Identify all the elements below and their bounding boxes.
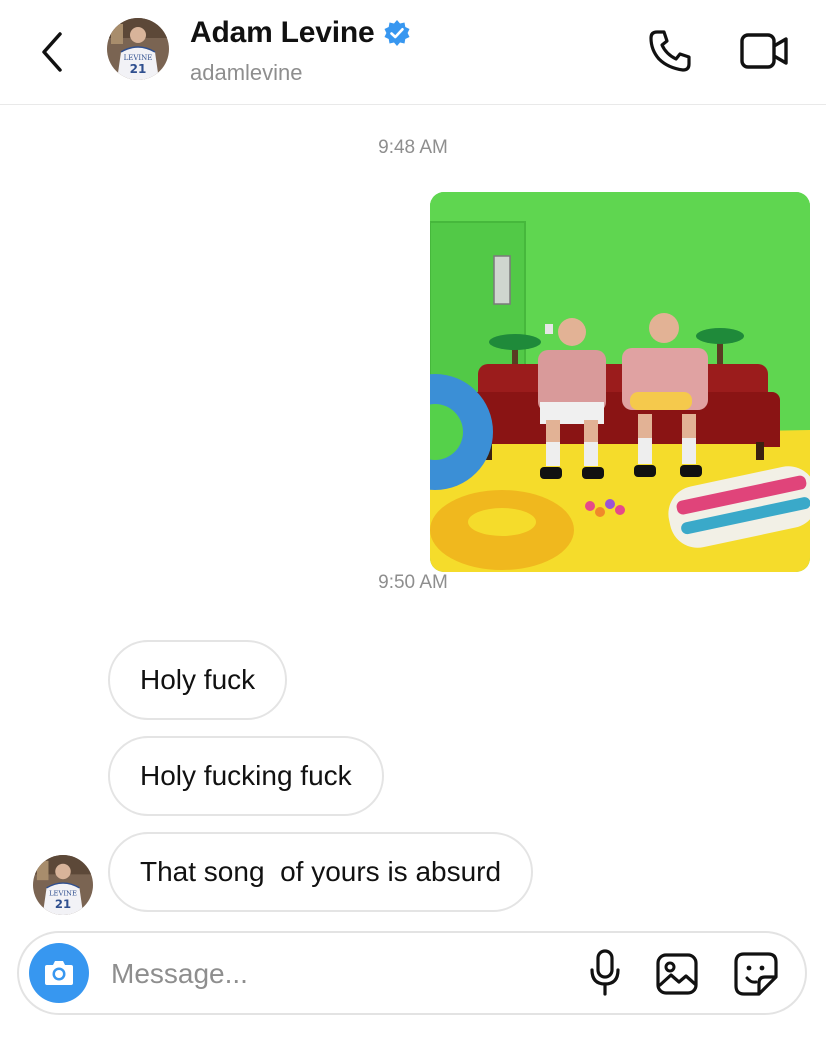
sent-photo-message[interactable] (430, 192, 810, 572)
message-text: That song of yours is absurd (140, 856, 502, 887)
photo-image (430, 192, 810, 572)
chat-header: LEVINE 21 Adam Levine adamlevine (0, 0, 826, 105)
gallery-button[interactable] (655, 952, 699, 996)
chevron-left-icon (42, 32, 62, 72)
svg-text:LEVINE: LEVINE (124, 54, 153, 62)
message-timestamp: 9:48 AM (378, 137, 448, 158)
image-icon (656, 953, 698, 995)
message-text: Holy fucking fuck (140, 760, 352, 791)
contact-name-row[interactable]: Adam Levine (190, 16, 411, 50)
message-text: Holy fuck (140, 664, 256, 695)
message-composer (17, 931, 807, 1015)
voice-message-button[interactable] (587, 948, 623, 998)
svg-text:21: 21 (55, 897, 71, 911)
message-timestamp: 9:50 AM (378, 572, 448, 593)
sticker-button[interactable] (733, 951, 779, 997)
avatar[interactable]: LEVINE 21 (107, 18, 169, 80)
received-message-bubble[interactable]: That song of yours is absurd (108, 832, 534, 912)
microphone-icon (590, 949, 620, 996)
video-call-button[interactable] (738, 28, 792, 74)
received-message-bubble[interactable]: Holy fucking fuck (108, 736, 384, 816)
phone-icon (649, 30, 691, 72)
contact-name: Adam Levine (190, 16, 375, 49)
received-message-bubble[interactable]: Holy fuck (108, 640, 288, 720)
svg-text:21: 21 (130, 62, 147, 76)
contact-username[interactable]: adamlevine (190, 60, 303, 86)
message-input[interactable] (109, 951, 553, 997)
call-button[interactable] (645, 26, 695, 76)
camera-icon (45, 961, 73, 985)
back-button[interactable] (36, 28, 72, 76)
camera-button[interactable] (29, 943, 89, 1003)
video-camera-icon (740, 33, 788, 69)
sticker-icon (734, 952, 778, 996)
verified-badge-icon (384, 20, 410, 46)
sender-avatar[interactable]: LEVINE 21 (33, 855, 93, 915)
